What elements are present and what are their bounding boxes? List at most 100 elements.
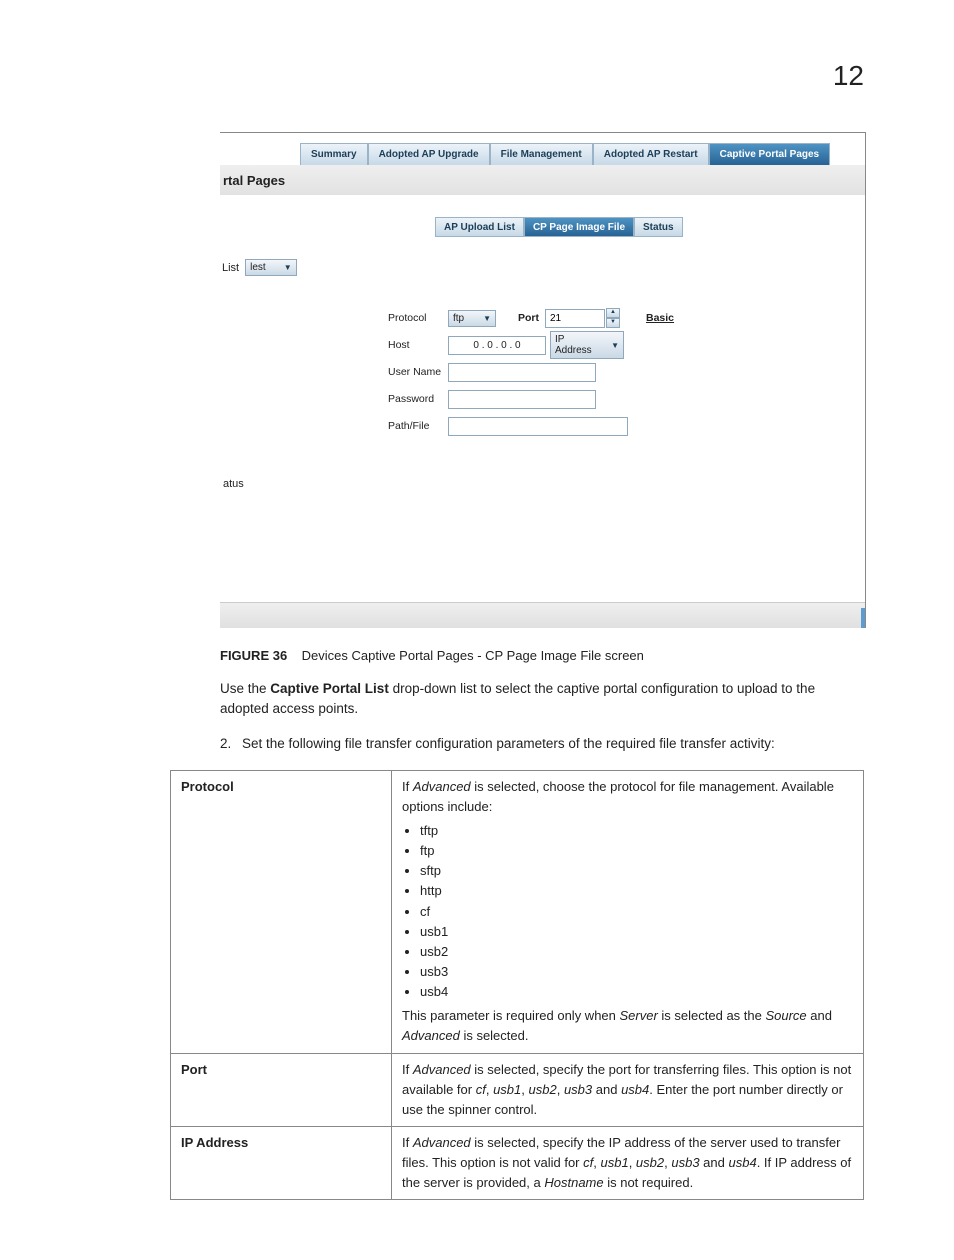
captive-portal-list-term: Captive Portal List xyxy=(270,681,389,696)
password-label: Password xyxy=(388,393,448,405)
figure-label: FIGURE 36 xyxy=(220,648,287,663)
ip-mode-dropdown[interactable]: IP Address ▼ xyxy=(550,331,624,359)
text: is selected. xyxy=(460,1028,529,1043)
param-protocol-desc: If Advanced is selected, choose the prot… xyxy=(392,770,864,1053)
inner-tab-bar: AP Upload List CP Page Image File Status xyxy=(435,217,683,237)
figure-caption: FIGURE 36 Devices Captive Portal Pages -… xyxy=(220,648,864,663)
inner-tab-status[interactable]: Status xyxy=(634,217,683,237)
spinner-up-icon[interactable]: ▲ xyxy=(606,308,620,318)
password-input[interactable] xyxy=(448,390,596,409)
chevron-down-icon: ▼ xyxy=(611,341,619,350)
text: usb3 xyxy=(671,1155,699,1170)
captive-portal-list-dropdown[interactable]: lest ▼ xyxy=(245,259,296,276)
text: usb2 xyxy=(529,1082,557,1097)
list-label: List xyxy=(222,262,239,274)
spinner-down-icon[interactable]: ▼ xyxy=(606,318,620,328)
text: usb2 xyxy=(636,1155,664,1170)
tab-summary[interactable]: Summary xyxy=(300,143,368,165)
list-item: sftp xyxy=(420,861,853,881)
text: Advanced xyxy=(413,779,471,794)
protocol-dropdown[interactable]: ftp ▼ xyxy=(448,310,496,327)
text: Advanced xyxy=(413,1062,471,1077)
tab-adopted-ap-upgrade[interactable]: Adopted AP Upgrade xyxy=(368,143,490,165)
host-label: Host xyxy=(388,339,448,351)
step-2: 2.Set the following file transfer config… xyxy=(220,734,864,754)
text: usb4 xyxy=(728,1155,756,1170)
text: usb3 xyxy=(564,1082,592,1097)
text: and xyxy=(807,1008,832,1023)
breadcrumb-band xyxy=(220,165,865,195)
ip-mode-value: IP Address xyxy=(555,334,593,356)
chevron-down-icon: ▼ xyxy=(284,263,292,272)
text: , xyxy=(629,1155,636,1170)
bottom-toolbar xyxy=(220,602,865,628)
protocol-label: Protocol xyxy=(388,312,448,324)
text: If xyxy=(402,1135,413,1150)
text: Source xyxy=(765,1008,806,1023)
chevron-down-icon: ▼ xyxy=(483,314,491,323)
port-spinner[interactable]: ▲ ▼ xyxy=(606,308,620,328)
list-item: usb3 xyxy=(420,962,853,982)
screenshot-figure: Summary Adopted AP Upgrade File Manageme… xyxy=(220,132,866,628)
list-item: cf xyxy=(420,902,853,922)
param-port-desc: If Advanced is selected, specify the por… xyxy=(392,1053,864,1126)
step-number: 2. xyxy=(220,734,242,754)
list-item: usb2 xyxy=(420,942,853,962)
text: This parameter is required only when xyxy=(402,1008,620,1023)
inner-tab-ap-upload-list[interactable]: AP Upload List xyxy=(435,217,524,237)
parameter-table: Protocol If Advanced is selected, choose… xyxy=(170,770,864,1201)
tab-adopted-ap-restart[interactable]: Adopted AP Restart xyxy=(593,143,709,165)
text: and xyxy=(592,1082,621,1097)
tab-captive-portal-pages[interactable]: Captive Portal Pages xyxy=(709,143,830,165)
step-text: Set the following file transfer configur… xyxy=(242,736,775,751)
text: cf xyxy=(583,1155,593,1170)
text: Hostname xyxy=(544,1175,603,1190)
status-fragment: atus xyxy=(223,478,244,490)
file-transfer-form: Protocol ftp ▼ Port ▲ ▼ Basic Host 0 . 0… xyxy=(388,308,674,443)
text: is selected as the xyxy=(658,1008,766,1023)
port-input[interactable] xyxy=(545,309,605,328)
param-ip-desc: If Advanced is selected, specify the IP … xyxy=(392,1126,864,1199)
breadcrumb: rtal Pages xyxy=(223,173,285,188)
text: usb4 xyxy=(621,1082,649,1097)
basic-link[interactable]: Basic xyxy=(646,312,674,324)
page-number: 12 xyxy=(833,60,864,92)
dropdown-value: lest xyxy=(250,262,266,273)
text: Server xyxy=(620,1008,658,1023)
text: is not required. xyxy=(604,1175,694,1190)
corner-accent xyxy=(861,608,866,628)
text: , xyxy=(486,1082,493,1097)
text: If xyxy=(402,779,413,794)
list-item: usb4 xyxy=(420,982,853,1002)
text: Advanced xyxy=(413,1135,471,1150)
list-item: tftp xyxy=(420,821,853,841)
figure-title: Devices Captive Portal Pages - CP Page I… xyxy=(302,648,644,663)
text: , xyxy=(557,1082,564,1097)
protocol-value: ftp xyxy=(453,313,464,324)
host-ip-input[interactable]: 0 . 0 . 0 . 0 xyxy=(448,336,546,355)
list-item: ftp xyxy=(420,841,853,861)
text: , xyxy=(521,1082,528,1097)
text: Advanced xyxy=(402,1028,460,1043)
list-item: http xyxy=(420,881,853,901)
param-port-name: Port xyxy=(171,1053,392,1126)
protocol-options: tftp ftp sftp http cf usb1 usb2 usb3 usb… xyxy=(420,821,853,1002)
text: cf xyxy=(476,1082,486,1097)
inner-tab-cp-page-image-file[interactable]: CP Page Image File xyxy=(524,217,634,237)
username-label: User Name xyxy=(388,366,448,378)
pathfile-input[interactable] xyxy=(448,417,628,436)
intro-paragraph: Use the Captive Portal List drop-down li… xyxy=(220,679,864,718)
tab-file-management[interactable]: File Management xyxy=(490,143,593,165)
text: usb1 xyxy=(600,1155,628,1170)
port-label: Port xyxy=(518,312,539,324)
text: Use the xyxy=(220,681,270,696)
text: usb1 xyxy=(493,1082,521,1097)
list-item: usb1 xyxy=(420,922,853,942)
username-input[interactable] xyxy=(448,363,596,382)
text: If xyxy=(402,1062,413,1077)
main-tab-bar: Summary Adopted AP Upgrade File Manageme… xyxy=(300,143,830,165)
param-ip-name: IP Address xyxy=(171,1126,392,1199)
pathfile-label: Path/File xyxy=(388,420,448,432)
param-protocol-name: Protocol xyxy=(171,770,392,1053)
text: and xyxy=(700,1155,729,1170)
